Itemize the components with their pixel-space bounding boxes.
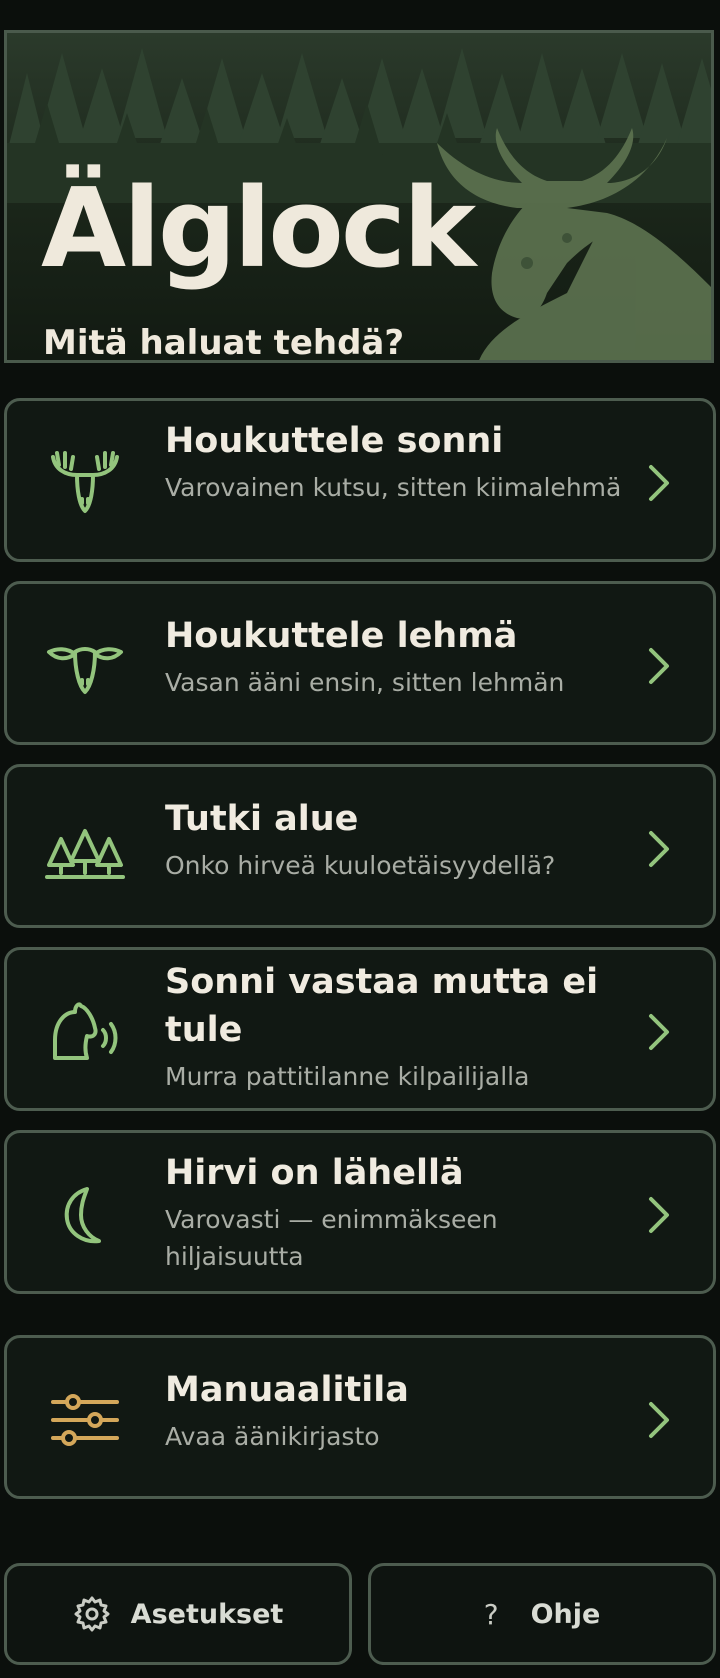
chevron-right-icon — [649, 648, 669, 684]
menu-item-title: Hirvi on lähellä — [165, 1153, 464, 1193]
menu-item-subtitle: Avaa äänikirjasto — [165, 1422, 380, 1451]
menu-item-subtitle: Varovainen kutsu, sitten kiimalehmä — [165, 473, 622, 502]
menu-item-moose-nearby[interactable]: Hirvi on lähellä Varovasti — enimmäkseen… — [4, 1130, 716, 1294]
chevron-right-icon — [649, 831, 669, 867]
chevron-right-icon — [649, 1014, 669, 1050]
menu-item-title: Manuaalitila — [165, 1370, 409, 1410]
help-button[interactable]: ? Ohje — [368, 1563, 716, 1665]
menu-item-subtitle: Varovasti — enimmäkseen hiljaisuutta — [165, 1205, 498, 1271]
menu-item-title: Tutki alue — [165, 799, 359, 839]
page-subtitle: Mitä haluat tehdä? — [43, 323, 405, 363]
menu-item-bull-stalemate[interactable]: Sonni vastaa mutta ei tule Murra pattiti… — [4, 947, 716, 1111]
menu-item-title: Houkuttele sonni — [165, 421, 504, 461]
hero-banner: Älglock Mitä haluat tehdä? — [4, 30, 714, 363]
menu-item-subtitle: Vasan ääni ensin, sitten lehmän — [165, 668, 565, 697]
help-label: Ohje — [530, 1598, 601, 1630]
menu-item-subtitle: Murra pattitilanne kilpailijalla — [165, 1062, 530, 1091]
settings-button[interactable]: Asetukset — [4, 1563, 352, 1665]
menu-item-title: Sonni vastaa mutta ei tule — [165, 962, 599, 1050]
app-title: Älglock — [41, 164, 476, 292]
calling-moose-icon — [53, 1002, 118, 1060]
sliders-icon — [51, 1394, 119, 1446]
bull-moose-icon — [51, 451, 119, 513]
moon-icon — [64, 1187, 101, 1244]
menu-item-lure-bull[interactable]: Houkuttele sonni Varovainen kutsu, sitte… — [4, 398, 716, 562]
menu-item-subtitle: Onko hirveä kuuloetäisyydellä? — [165, 851, 556, 880]
chevron-right-icon — [649, 1402, 669, 1438]
chevron-right-icon — [649, 465, 669, 501]
menu-item-title: Houkuttele lehmä — [165, 616, 518, 656]
settings-label: Asetukset — [130, 1598, 284, 1630]
question-mark-icon: ? — [483, 1597, 499, 1631]
gear-icon — [74, 1596, 110, 1632]
menu-item-lure-cow[interactable]: Houkuttele lehmä Vasan ääni ensin, sitte… — [4, 581, 716, 745]
cow-moose-icon — [47, 647, 123, 694]
menu-item-manual-mode[interactable]: Manuaalitila Avaa äänikirjasto — [4, 1335, 716, 1499]
menu-item-scout-area[interactable]: Tutki alue Onko hirveä kuuloetäisyydellä… — [4, 764, 716, 928]
chevron-right-icon — [649, 1197, 669, 1233]
forest-trees-icon — [45, 829, 125, 879]
